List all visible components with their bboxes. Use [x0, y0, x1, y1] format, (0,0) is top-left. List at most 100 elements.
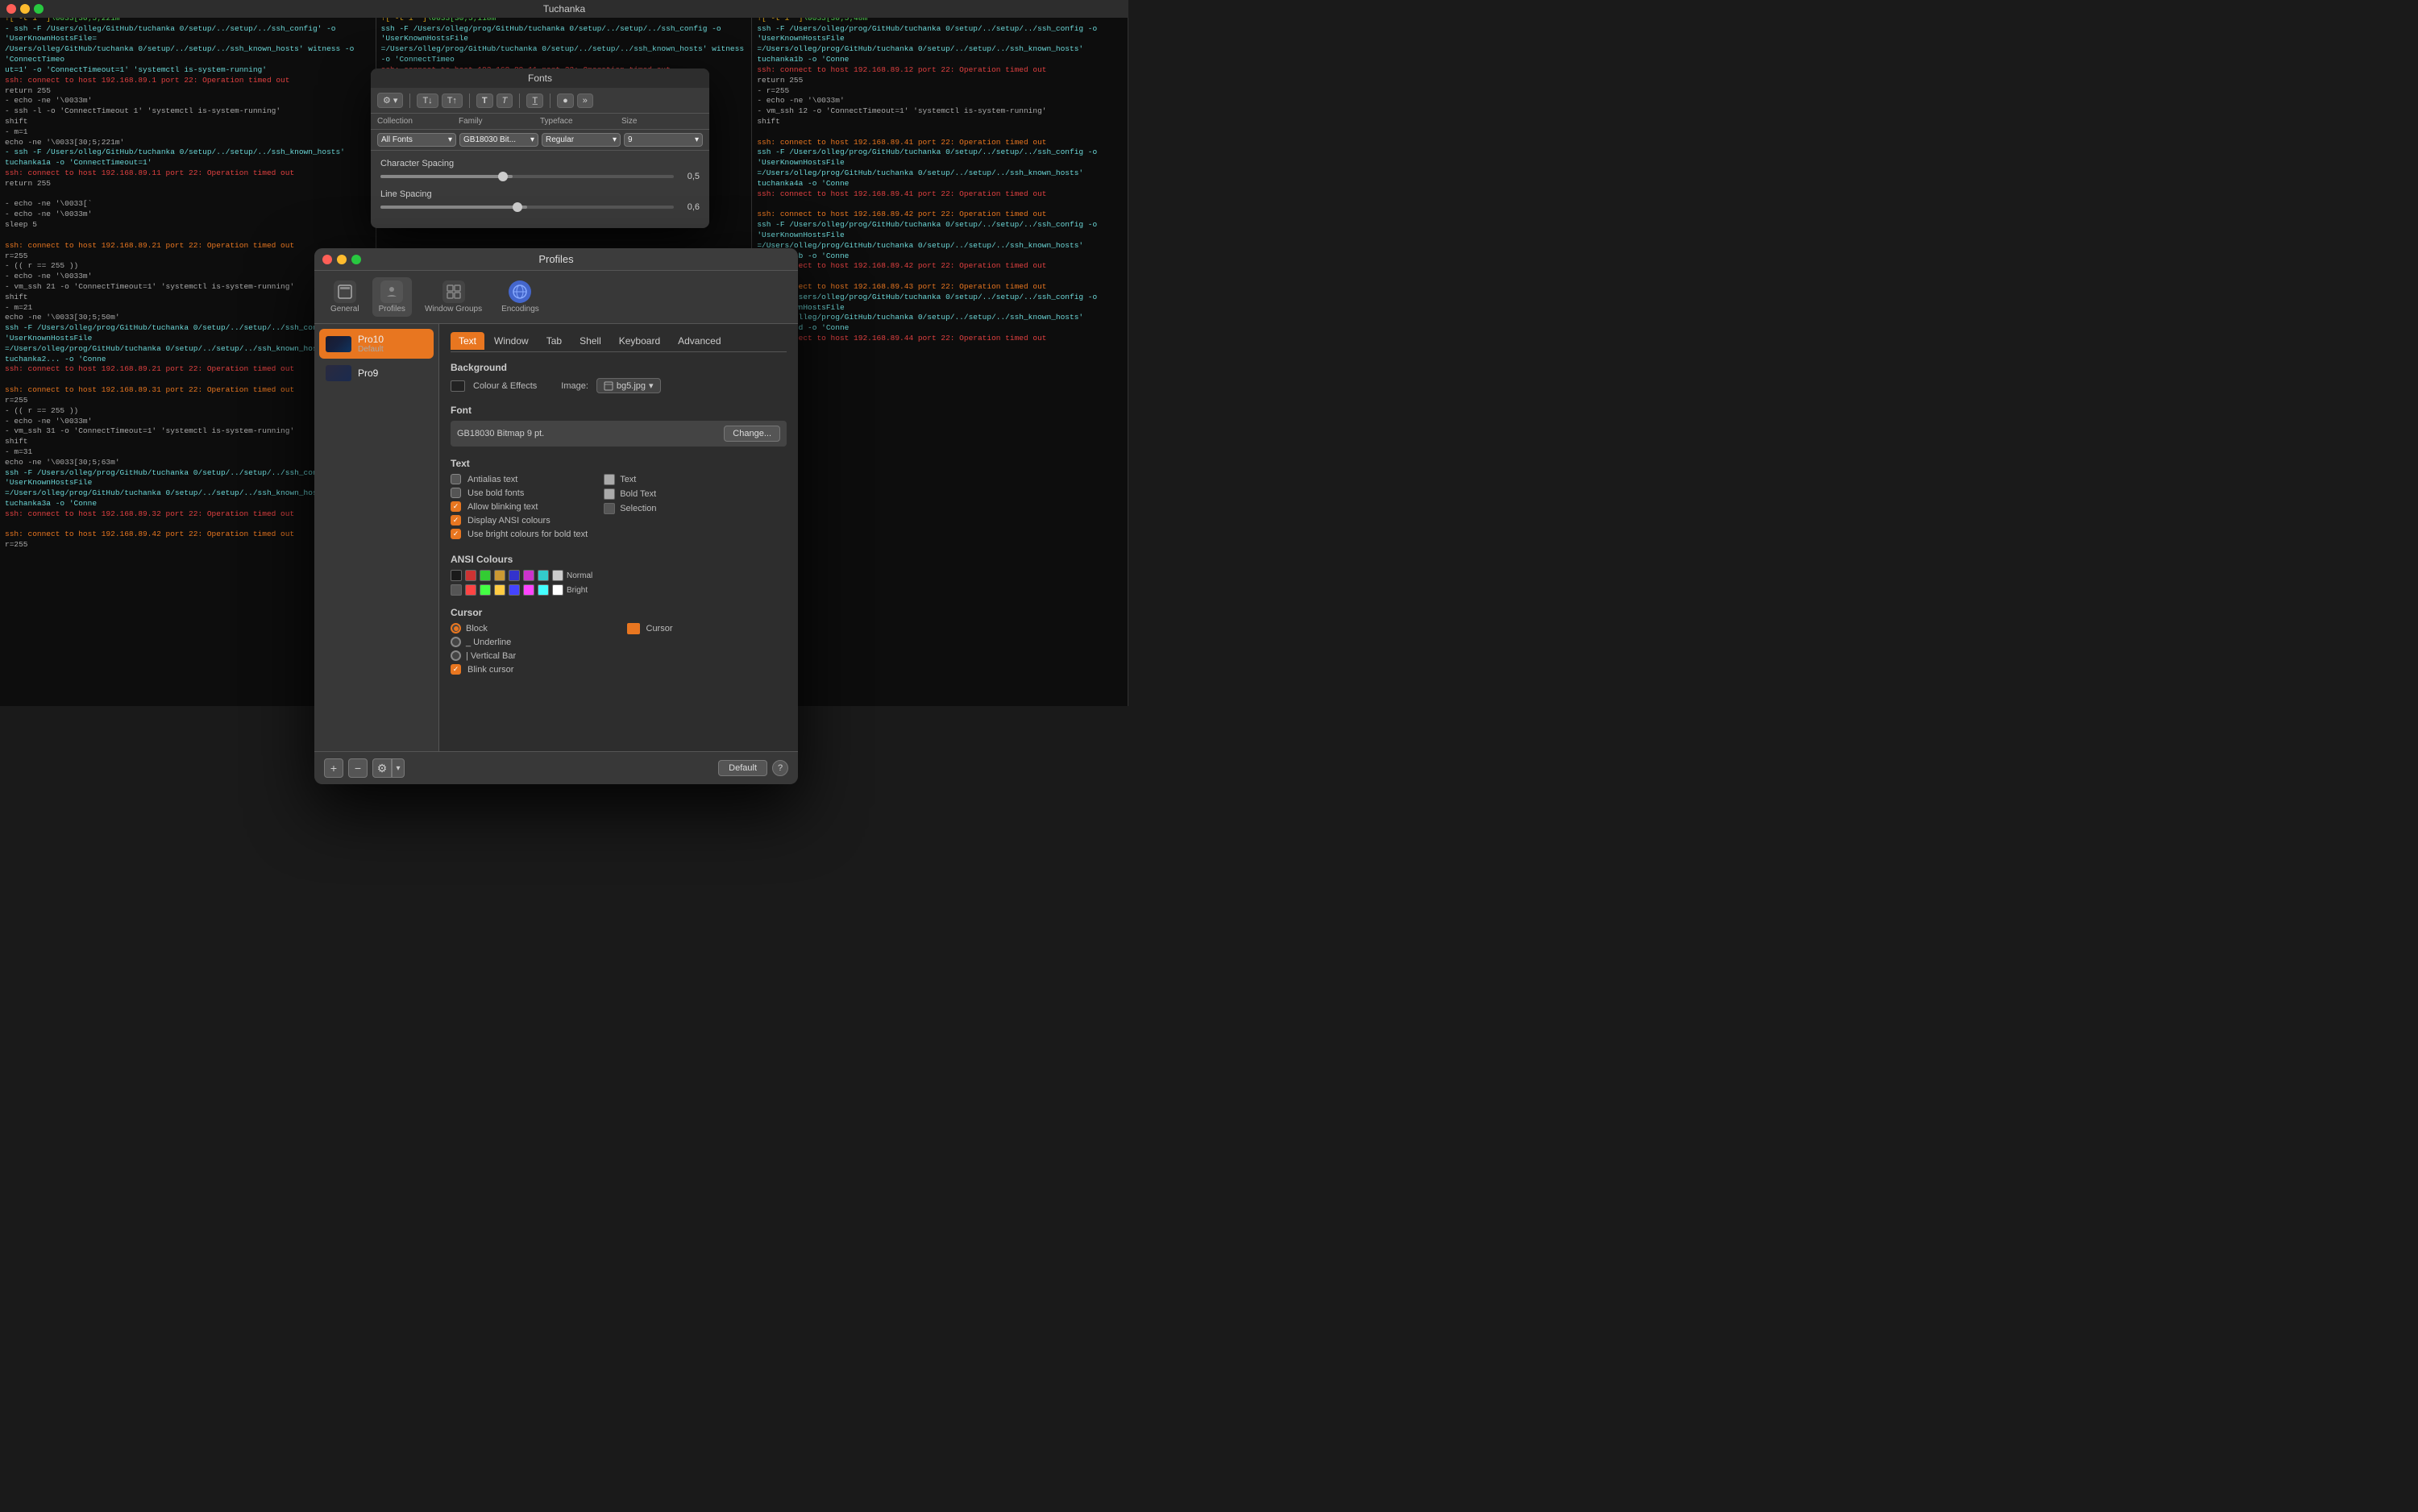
line-spacing-row: Line Spacing 0,6 — [380, 189, 700, 212]
cursor-block-radio[interactable] — [451, 623, 461, 633]
fonts-gear-btn[interactable]: ⚙ ▾ — [377, 93, 403, 108]
ansi-checkbox[interactable] — [451, 515, 461, 525]
profiles-max-btn[interactable] — [351, 255, 361, 264]
ansi-b6[interactable] — [538, 584, 549, 596]
ansi-n6[interactable] — [538, 570, 549, 581]
bold-checkbox[interactable] — [451, 488, 461, 498]
font-description: GB18030 Bitmap 9 pt. — [457, 429, 544, 438]
bold-text-color-label: Bold Text — [620, 489, 656, 499]
ansi-n3[interactable] — [494, 570, 505, 581]
blink-checkbox[interactable] — [451, 501, 461, 512]
bright-checkbox[interactable] — [451, 529, 461, 539]
tab-window-groups-label: Window Groups — [425, 305, 482, 314]
selection-color-row: Selection — [604, 503, 656, 514]
selection-color-swatch[interactable] — [604, 503, 615, 514]
ansi-n2[interactable] — [480, 570, 491, 581]
text-title: Text — [451, 458, 787, 469]
ansi-b5[interactable] — [523, 584, 534, 596]
fonts-title: Fonts — [528, 73, 552, 84]
text-color-swatch[interactable] — [604, 474, 615, 485]
text-color-label: Text — [620, 475, 636, 484]
fonts-body: Character Spacing 0,5 Line Spacing 0,6 — [371, 151, 709, 228]
family-select[interactable]: GB18030 Bit...▾ — [459, 133, 538, 147]
ansi-b1[interactable] — [465, 584, 476, 596]
settings-tab-window[interactable]: Window — [486, 332, 537, 350]
line-spacing-track[interactable] — [380, 206, 674, 209]
profile-name-pro10: Pro10 — [358, 334, 427, 345]
default-button[interactable]: Default — [718, 760, 767, 776]
settings-tab-text[interactable]: Text — [451, 332, 484, 350]
minimize-button[interactable] — [20, 4, 30, 14]
typeface-select[interactable]: Regular▾ — [542, 133, 621, 147]
size-select[interactable]: 9▾ — [624, 133, 703, 147]
window-title: Tuchanka — [543, 3, 585, 15]
selection-color-label: Selection — [620, 504, 656, 513]
cursor-content: Block _ Underline | Vertical Bar Bl — [451, 623, 787, 678]
image-filename: bg5.jpg — [617, 381, 646, 391]
text-color-row: Text — [604, 474, 656, 485]
fonts-more[interactable]: » — [577, 93, 593, 108]
settings-tab-advanced[interactable]: Advanced — [670, 332, 729, 350]
bold-label: Use bold fonts — [467, 488, 524, 498]
character-spacing-row: Character Spacing 0,5 — [380, 159, 700, 181]
maximize-button[interactable] — [34, 4, 44, 14]
fonts-titlebar: Fonts — [371, 69, 709, 88]
collection-label: Collection — [377, 117, 459, 126]
char-spacing-track[interactable] — [380, 175, 674, 178]
remove-profile-button[interactable]: − — [348, 758, 368, 778]
profiles-titlebar: Profiles — [314, 248, 798, 271]
bold-text-color-swatch[interactable] — [604, 488, 615, 500]
cursor-vertical-row: | Vertical Bar — [451, 650, 611, 661]
fonts-size-down[interactable]: T↓ — [417, 93, 438, 108]
ansi-b4[interactable] — [509, 584, 520, 596]
ansi-b2[interactable] — [480, 584, 491, 596]
ansi-n4[interactable] — [509, 570, 520, 581]
profile-item-pro10[interactable]: Pro10 Default — [319, 329, 434, 359]
fonts-bold[interactable]: T — [476, 93, 493, 108]
ansi-n1[interactable] — [465, 570, 476, 581]
ansi-b3[interactable] — [494, 584, 505, 596]
profiles-close-btn[interactable] — [322, 255, 332, 264]
font-row: GB18030 Bitmap 9 pt. Change... — [451, 421, 787, 447]
profile-item-pro9[interactable]: Pro9 — [319, 360, 434, 386]
close-button[interactable] — [6, 4, 16, 14]
settings-tab-tab[interactable]: Tab — [538, 332, 570, 350]
family-label: Family — [459, 117, 540, 126]
add-profile-button[interactable]: + — [324, 758, 343, 778]
tab-encodings[interactable]: Encodings — [495, 277, 546, 317]
profile-info-pro9: Pro9 — [358, 368, 427, 379]
profiles-min-btn[interactable] — [337, 255, 347, 264]
tab-window-groups[interactable]: Window Groups — [418, 277, 488, 317]
fonts-underline[interactable]: T̲ — [526, 93, 543, 108]
ansi-b0[interactable] — [451, 584, 462, 596]
ansi-b7[interactable] — [552, 584, 563, 596]
tab-profiles[interactable]: Profiles — [372, 277, 412, 317]
image-file-icon — [604, 381, 613, 391]
cursor-vertical-radio[interactable] — [451, 650, 461, 661]
line-spacing-value: 0,6 — [680, 202, 700, 212]
gear-arrow-button[interactable]: ▾ — [392, 758, 405, 778]
cursor-preview-swatch[interactable] — [627, 623, 640, 634]
ansi-n5[interactable] — [523, 570, 534, 581]
ansi-n0[interactable] — [451, 570, 462, 581]
settings-tab-keyboard[interactable]: Keyboard — [611, 332, 668, 350]
gear-dropdown[interactable]: ⚙ ▾ — [372, 758, 405, 778]
cursor-underline-radio[interactable] — [451, 637, 461, 647]
fonts-color[interactable]: ● — [557, 93, 574, 108]
blink-cursor-checkbox[interactable] — [451, 664, 461, 675]
ansi-n7[interactable] — [552, 570, 563, 581]
fonts-size-up[interactable]: T↑ — [442, 93, 463, 108]
font-section: Font GB18030 Bitmap 9 pt. Change... — [451, 405, 787, 447]
antialias-checkbox[interactable] — [451, 474, 461, 484]
fonts-italic[interactable]: T — [496, 93, 513, 108]
gear-button[interactable]: ⚙ — [372, 758, 392, 778]
bg-color-swatch[interactable] — [451, 380, 465, 392]
settings-tab-shell[interactable]: Shell — [571, 332, 609, 350]
tab-general[interactable]: General — [324, 277, 366, 317]
collection-select[interactable]: All Fonts▾ — [377, 133, 456, 147]
window-titlebar: Tuchanka — [0, 0, 1128, 18]
change-font-button[interactable]: Change... — [724, 426, 780, 442]
help-button[interactable]: ? — [772, 760, 788, 776]
image-selector[interactable]: bg5.jpg ▾ — [596, 378, 661, 393]
fonts-header: Collection Family Typeface Size — [371, 114, 709, 130]
